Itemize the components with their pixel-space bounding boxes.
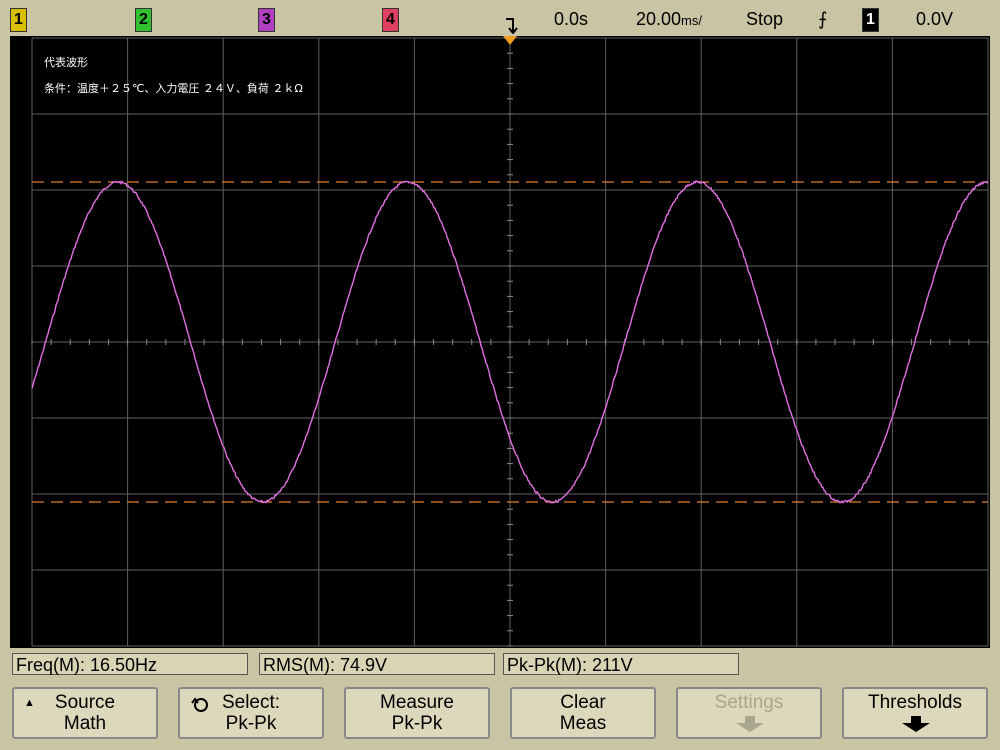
test-conditions: 条件：温度＋２５℃、入力電圧 ２４Ｖ、負荷 ２ｋΩ [44, 82, 303, 95]
softkey-value: Pk-Pk [225, 713, 277, 734]
settings-softkey[interactable]: Settings [676, 687, 822, 739]
down-arrow-icon [902, 716, 930, 732]
trigger-source-indicator: 1 [862, 8, 879, 32]
down-arrow-icon [736, 716, 764, 732]
channel-3-indicator[interactable]: 3 [258, 8, 275, 32]
delay-readout: 0.0s [554, 9, 589, 29]
softkey-label: Thresholds [868, 692, 962, 713]
softkey-label: Measure [380, 692, 454, 713]
trigger-slope-icon: ⨍ [818, 9, 828, 29]
waveform-title: 代表波形 [44, 56, 88, 69]
softkey-value: Pk-Pk [391, 713, 443, 734]
pkpk-measurement: Pk-Pk(M): 211V [503, 653, 739, 675]
measure-softkey[interactable]: Measure Pk-Pk [344, 687, 490, 739]
channel-1-indicator[interactable]: 1 [10, 8, 27, 32]
softkey-bar: ▲ Source Math Select: Pk-Pk Measure Pk-P… [0, 682, 1000, 750]
timebase-readout: 20.00ms/ [636, 9, 702, 29]
graticule [31, 36, 989, 647]
waveform-display[interactable]: 代表波形 条件：温度＋２５℃、入力電圧 ２４Ｖ、負荷 ２ｋΩ [10, 36, 990, 648]
softkey-label: Select: [221, 692, 281, 713]
softkey-label: Settings [714, 692, 784, 713]
status-bar: 1 2 3 4 0.0s 20.00ms/ Stop ⨍ 1 0.0V [0, 0, 1000, 36]
source-math-softkey[interactable]: ▲ Source Math [12, 687, 158, 739]
softkey-label: Source [54, 692, 116, 713]
softkey-label: Clear [560, 692, 606, 713]
run-state: Stop [746, 9, 784, 29]
softkey-value: Meas [559, 713, 607, 734]
softkey-value: Math [63, 713, 107, 734]
rms-measurement: RMS(M): 74.9V [259, 653, 495, 675]
freq-measurement: Freq(M): 16.50Hz [12, 653, 248, 675]
thresholds-softkey[interactable]: Thresholds [842, 687, 988, 739]
channel-4-indicator[interactable]: 4 [382, 8, 399, 32]
timebase-unit: ms/ [681, 13, 702, 28]
clear-meas-softkey[interactable]: Clear Meas [510, 687, 656, 739]
channel-2-indicator[interactable]: 2 [135, 8, 152, 32]
measurement-bar: Freq(M): 16.50Hz RMS(M): 74.9V Pk-Pk(M):… [0, 648, 1000, 682]
trigger-position-icon [506, 18, 518, 34]
trigger-point-marker [503, 36, 517, 45]
select-softkey[interactable]: Select: Pk-Pk [178, 687, 324, 739]
trigger-level-readout: 0.0V [916, 9, 954, 29]
